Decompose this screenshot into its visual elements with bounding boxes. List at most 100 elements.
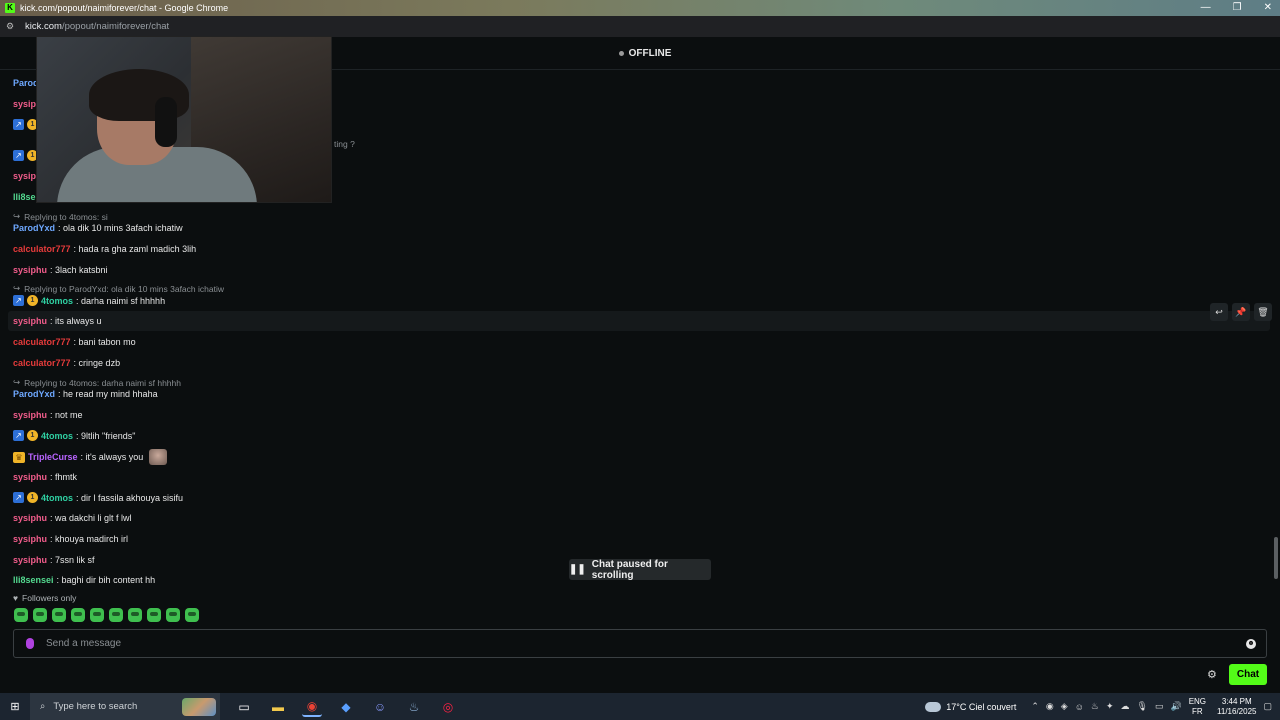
username[interactable]: ParodYxd (13, 223, 55, 233)
chat-message[interactable]: ↗ 1 4tomos: 9ltlih "friends" (13, 430, 135, 441)
volume-icon[interactable]: 🔊 (1170, 701, 1181, 712)
microphone-tray-icon[interactable]: 🎙 (1137, 701, 1148, 712)
chat-message[interactable]: calculator777: hada ra gha zaml madich 3… (13, 244, 196, 254)
chat-message[interactable]: lli8sensei: baghi dir bih content hh (13, 575, 155, 585)
chat-message[interactable]: ↗ 1 4tomos: dir l fassila akhouya sisifu (13, 492, 183, 503)
message-input[interactable] (46, 638, 1246, 649)
task-view-icon[interactable]: ▭ (234, 697, 254, 717)
clock[interactable]: 3:44 PM 11/16/2025 (1217, 697, 1256, 717)
chat-message[interactable]: sysiphu: fhmtk (13, 472, 77, 482)
chat-message[interactable]: sysiphu: 3lach katsbni (13, 265, 108, 275)
heart-icon: ♥ (13, 593, 19, 603)
username[interactable]: 4tomos (41, 493, 73, 503)
username[interactable]: calculator777 (13, 358, 71, 368)
discord-icon[interactable]: ☺ (370, 697, 390, 717)
emote-1-icon[interactable] (14, 608, 28, 622)
username[interactable]: sysiphu (13, 265, 47, 275)
reply-arrow-icon: ↪ (13, 211, 21, 221)
emote-3-icon[interactable] (52, 608, 66, 622)
pin-icon[interactable]: 📌 (1232, 303, 1250, 321)
message-text: : wa dakchi li glt f lwl (50, 513, 132, 523)
chat-message[interactable]: ParodYxd: he read my mind hhaha (13, 389, 158, 399)
chat-message[interactable]: lli8se (13, 192, 36, 202)
chat-message[interactable]: ↗ 1 4tomos: darha naimi sf hhhhh (13, 295, 165, 306)
network-icon[interactable]: ▭ (1155, 701, 1164, 712)
tray-app-icon[interactable]: ◉ (1046, 701, 1054, 712)
message-text: : hada ra gha zaml madich 3lih (73, 244, 197, 254)
username[interactable]: calculator777 (13, 337, 71, 347)
emoji-picker-icon[interactable]: ☻ (1246, 638, 1256, 649)
chat-message[interactable]: sysiphu: wa dakchi li glt f lwl (13, 513, 132, 523)
cloud-icon (925, 701, 942, 712)
username[interactable]: calculator777 (13, 244, 71, 254)
emote-8-icon[interactable] (147, 608, 161, 622)
chat-message[interactable]: sysiphu: 7ssn lik sf (13, 555, 95, 565)
chat-message[interactable]: ♛ TripleCurse: it's always you (13, 449, 168, 465)
emote-2-icon[interactable] (33, 608, 47, 622)
window-titlebar: K kick.com/popout/naimiforever/chat - Go… (0, 0, 1280, 16)
message-text: : it's always you (80, 452, 144, 462)
chrome-icon[interactable]: ◉ (302, 697, 322, 717)
weather-widget[interactable]: 17°C Ciel couvert (925, 701, 1016, 712)
chat-message[interactable]: sysiphu: khouya madirch irl (13, 534, 128, 544)
windows-start-icon[interactable]: ⊞ (0, 693, 30, 720)
username[interactable]: lli8se (13, 192, 36, 202)
chat-paused-button[interactable]: ❚❚ Chat paused for scrolling (569, 559, 711, 581)
chat-message[interactable]: ↗ 1 (13, 150, 38, 161)
emote-5-icon[interactable] (90, 608, 104, 622)
notifications-icon[interactable]: ▢ (1263, 701, 1272, 712)
emote-7-icon[interactable] (128, 608, 142, 622)
chat-message[interactable]: calculator777: bani tabon mo (13, 337, 136, 347)
minimize-button[interactable]: — (1201, 0, 1211, 16)
username[interactable]: 4tomos (41, 296, 73, 306)
steam-tray-icon[interactable]: ♨ (1091, 701, 1099, 712)
address-bar[interactable]: ⚙ kick.com /popout/naimiforever/chat (0, 16, 1280, 37)
username[interactable]: sysiphu (13, 472, 47, 482)
chat-message[interactable]: Parod (13, 78, 39, 88)
site-info-icon[interactable]: ⚙ (6, 21, 16, 32)
send-chat-button[interactable]: Chat (1229, 664, 1267, 685)
steam-icon[interactable]: ♨ (404, 697, 424, 717)
window-controls: — ❐ ✕ (1201, 0, 1272, 16)
username[interactable]: ParodYxd (13, 389, 55, 399)
chat-message[interactable]: sysiphu: not me (13, 410, 83, 420)
username[interactable]: lli8sensei (13, 575, 54, 585)
chat-message[interactable]: sysiphu: its always u (13, 316, 102, 326)
chat-message[interactable]: ParodYxd: ola dik 10 mins 3afach ichatiw (13, 223, 183, 233)
obs-icon[interactable]: ◎ (438, 697, 458, 717)
username[interactable]: Parod (13, 78, 39, 88)
delete-icon[interactable]: 🗑 (1254, 303, 1272, 321)
close-button[interactable]: ✕ (1264, 0, 1272, 16)
microphone-icon[interactable] (26, 638, 34, 649)
app-tray-icon[interactable]: ✦ (1106, 701, 1114, 712)
taskbar-search[interactable]: ⌕ Type here to search (30, 693, 220, 720)
file-explorer-icon[interactable]: ▬ (268, 697, 288, 717)
chat-scrollbar[interactable] (1274, 537, 1278, 579)
reply-icon[interactable]: ↩ (1210, 303, 1228, 321)
chat-message[interactable]: ↗ 1 (13, 119, 38, 130)
username[interactable]: sysiphu (13, 555, 47, 565)
taskbar-search-placeholder: Type here to search (53, 701, 138, 712)
emote-6-icon[interactable] (109, 608, 123, 622)
restore-button[interactable]: ❐ (1233, 0, 1242, 16)
username[interactable]: sysiphu (13, 534, 47, 544)
emote-9-icon[interactable] (166, 608, 180, 622)
username[interactable]: sysiphu (13, 316, 47, 326)
tray-expand-icon[interactable]: ⌃ (1031, 701, 1039, 712)
message-actions: ↩ 📌 🗑 (1210, 303, 1272, 321)
verified-badge-icon: ↗ (13, 150, 24, 161)
cloud-sync-icon[interactable]: ☁ (1121, 701, 1130, 712)
username[interactable]: TripleCurse (28, 452, 78, 462)
tray-app-icon[interactable]: ◈ (1061, 701, 1068, 712)
username[interactable]: 4tomos (41, 431, 73, 441)
discord-tray-icon[interactable]: ☺ (1075, 702, 1084, 712)
emote-10-icon[interactable] (185, 608, 199, 622)
chat-settings-icon[interactable]: ⚙ (1207, 668, 1217, 681)
emote-4-icon[interactable] (71, 608, 85, 622)
message-text: : bani tabon mo (73, 337, 136, 347)
username[interactable]: sysiphu (13, 513, 47, 523)
username[interactable]: sysiphu (13, 410, 47, 420)
language-switch[interactable]: ENG FR (1189, 697, 1206, 717)
app-blue-icon[interactable]: ◆ (336, 697, 356, 717)
chat-message[interactable]: calculator777: cringe dzb (13, 358, 120, 368)
